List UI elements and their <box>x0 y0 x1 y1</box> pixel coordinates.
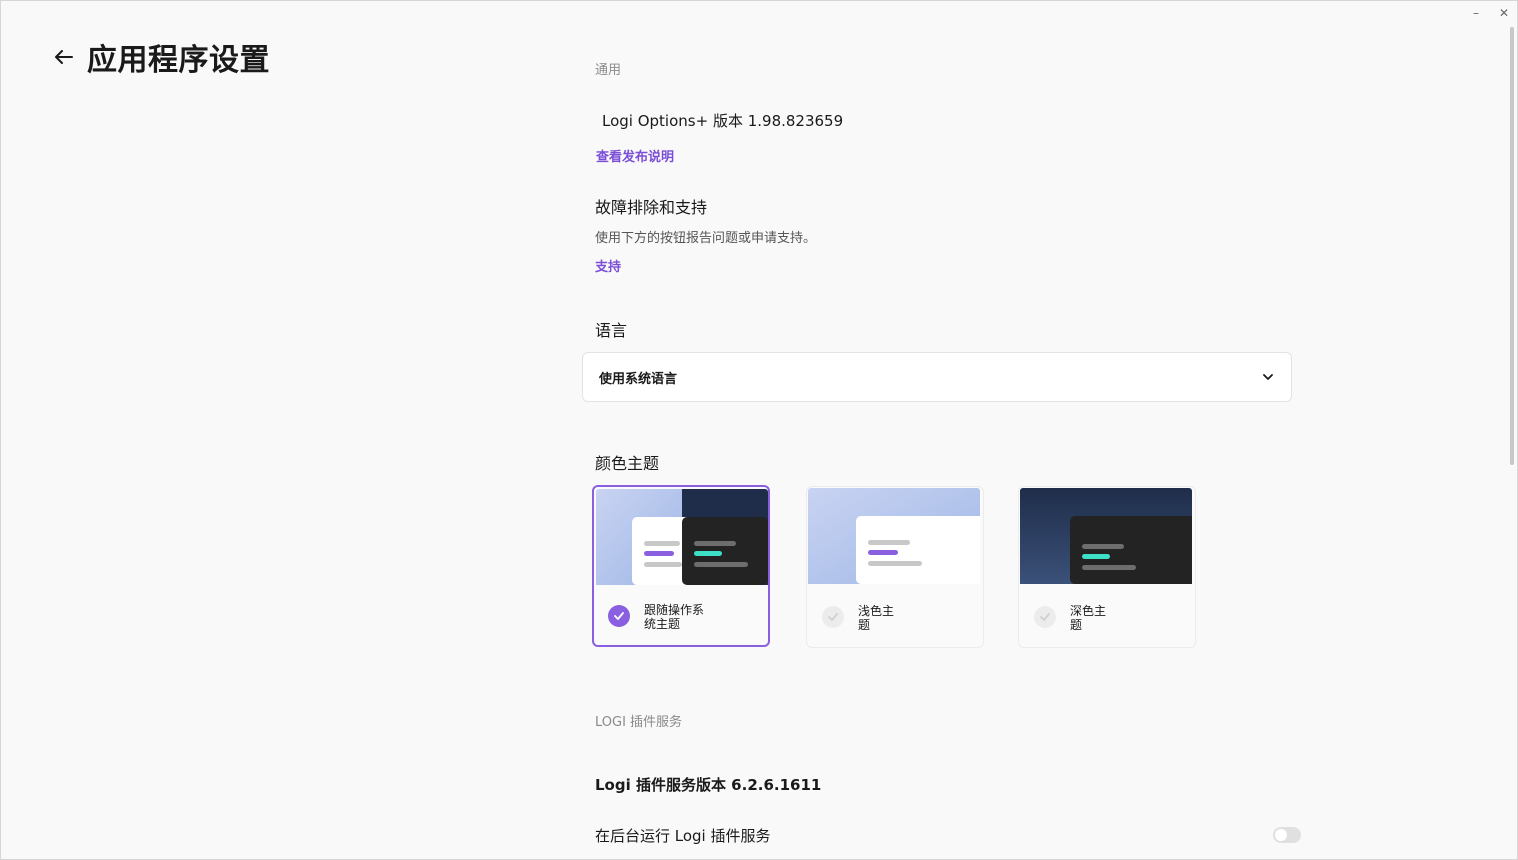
theme-option-light[interactable]: 浅色主题 <box>806 486 984 648</box>
app-window: – ✕ 应用程序设置 通用 Logi Options+ 版本 1.98.8236… <box>0 0 1518 860</box>
chevron-down-icon <box>1263 371 1275 383</box>
theme-preview-system <box>596 489 768 585</box>
release-notes-link[interactable]: 查看发布说明 <box>596 146 674 165</box>
language-select-value: 使用系统语言 <box>599 371 678 387</box>
general-section-label: 通用 <box>595 63 622 78</box>
theme-option-dark[interactable]: 深色主题 <box>1018 486 1196 648</box>
support-heading: 故障排除和支持 <box>595 198 708 217</box>
arrow-left-icon[interactable] <box>53 46 75 68</box>
theme-label-dark: 深色主题 <box>1070 604 1107 632</box>
language-select[interactable]: 使用系统语言 <box>582 352 1292 402</box>
options-version-text: Logi Options+ 版本 1.98.823659 <box>602 112 844 130</box>
page-header: 应用程序设置 <box>53 35 270 79</box>
minimize-button[interactable]: – <box>1469 5 1483 21</box>
support-link[interactable]: 支持 <box>595 256 621 275</box>
support-description: 使用下方的按钮报告问题或申请支持。 <box>595 231 817 246</box>
page-title: 应用程序设置 <box>87 43 270 78</box>
plugin-version-text: Logi 插件服务版本 6.2.6.1611 <box>595 776 822 794</box>
theme-preview-dark <box>1020 488 1192 584</box>
plugin-section-label: LOGI 插件服务 <box>595 715 683 730</box>
check-icon <box>822 606 844 628</box>
theme-label-system: 跟随操作系统主题 <box>644 603 705 631</box>
background-run-label: 在后台运行 Logi 插件服务 <box>595 827 771 845</box>
check-icon <box>608 605 630 627</box>
theme-option-system[interactable]: 跟随操作系统主题 <box>592 485 770 647</box>
scrollbar-thumb[interactable] <box>1510 27 1514 465</box>
theme-label-light: 浅色主题 <box>858 604 895 632</box>
window-controls: – ✕ <box>1469 5 1511 21</box>
theme-heading: 颜色主题 <box>595 454 660 473</box>
check-icon <box>1034 606 1056 628</box>
toggle-knob <box>1275 829 1287 841</box>
theme-preview-light <box>808 488 980 584</box>
language-heading: 语言 <box>595 321 628 340</box>
background-run-toggle[interactable] <box>1273 827 1301 843</box>
close-button[interactable]: ✕ <box>1497 5 1511 21</box>
